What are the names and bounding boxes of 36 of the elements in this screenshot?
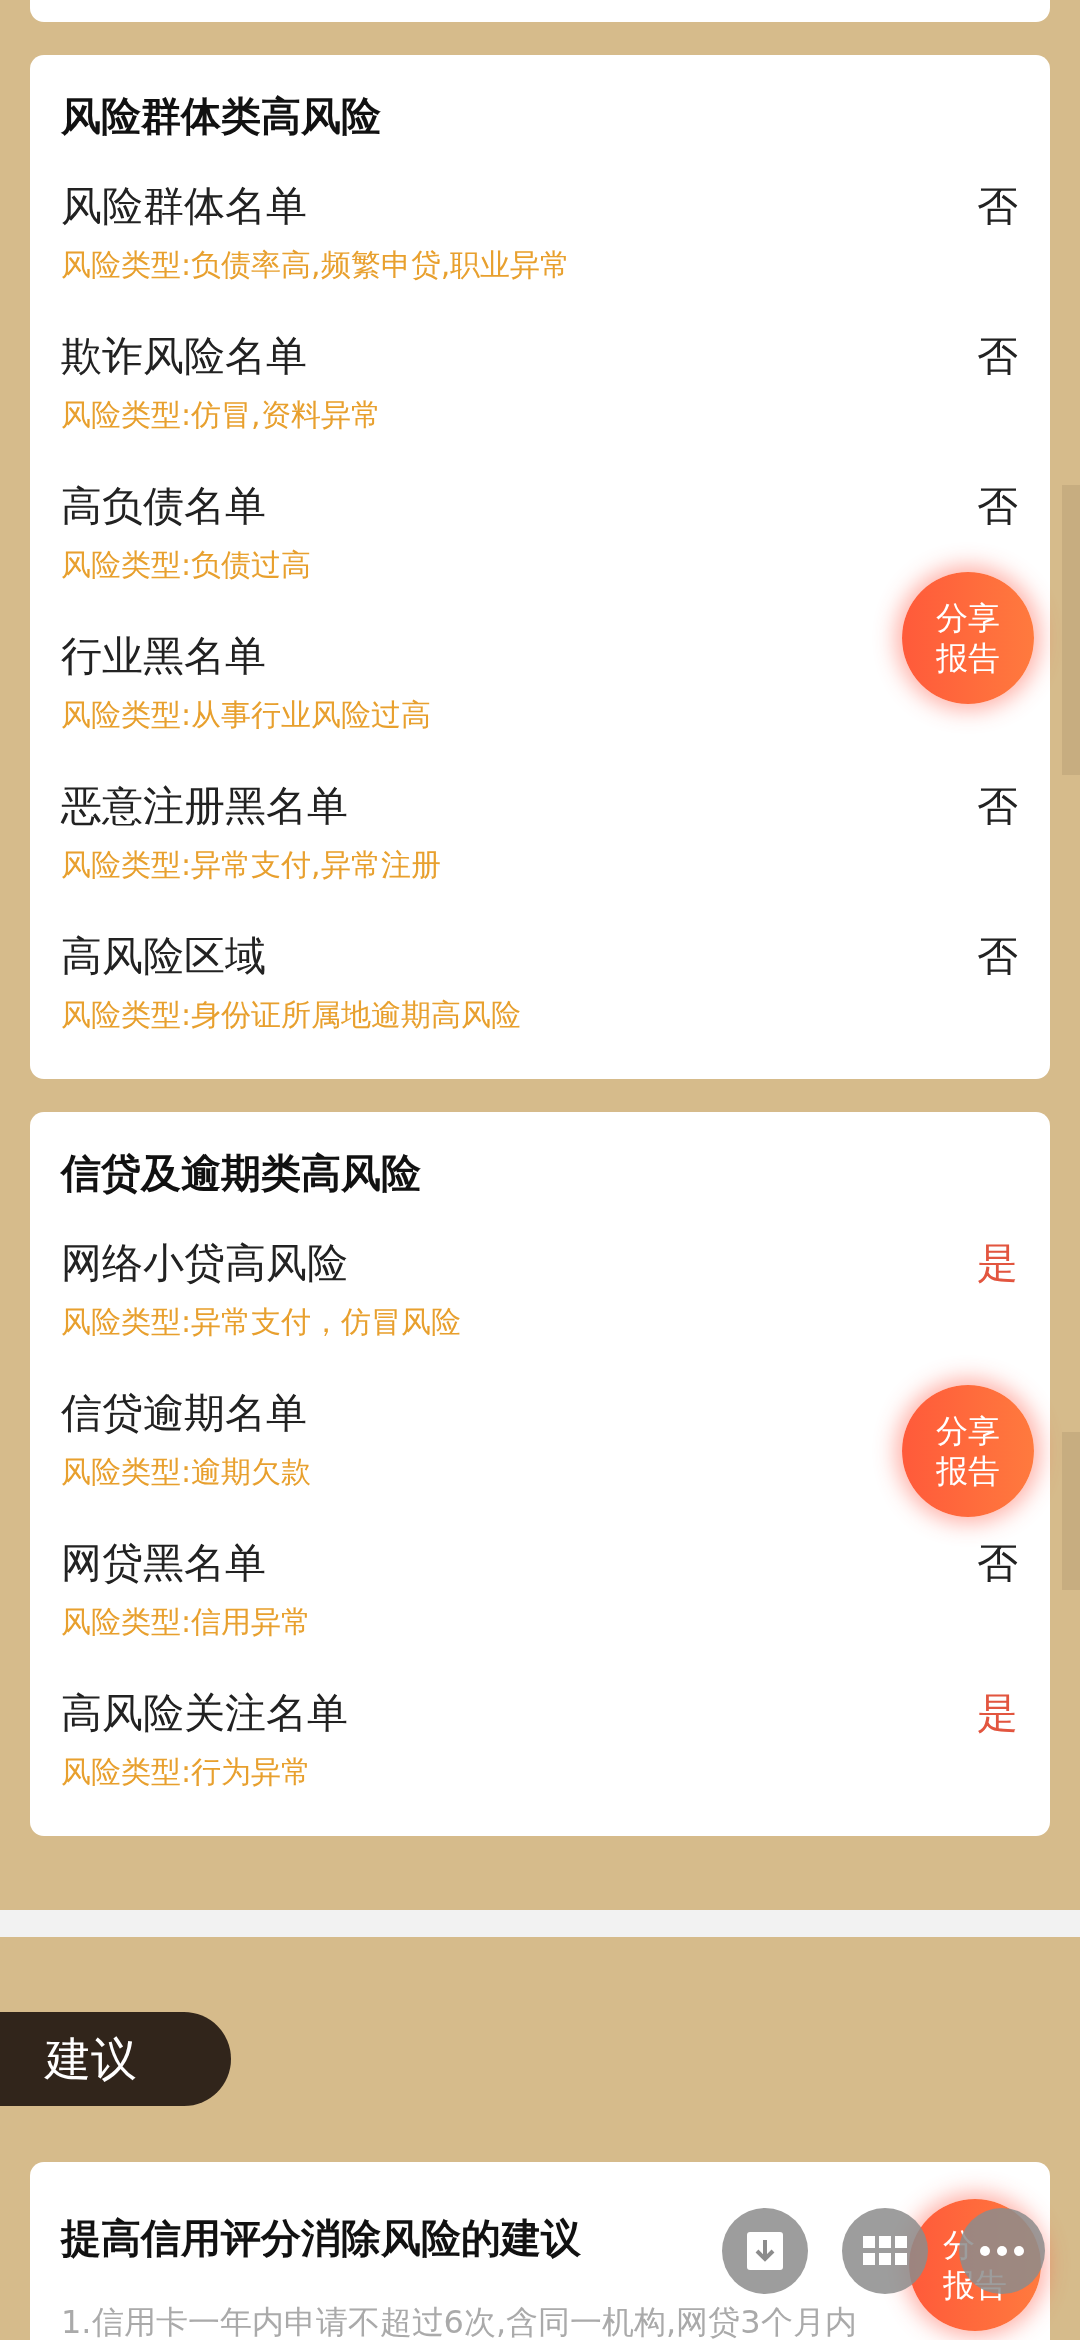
section-tag: 建议: [0, 2012, 231, 2106]
list-name: 高负债名单: [61, 481, 266, 532]
grid-icon: [863, 2236, 907, 2266]
advice-text: 1.信用卡一年内申请不超过6次,含同一机构,网贷3个月内: [61, 2303, 857, 2340]
risk-type-text: 风险类型:负债过高: [61, 546, 312, 584]
result-value: 否: [977, 781, 1018, 832]
list-name: 高风险关注名单: [61, 1688, 348, 1739]
list-name: 网络小贷高风险: [61, 1238, 348, 1289]
risk-type-text: 风险类型:仿冒,资料异常: [61, 396, 381, 434]
result-value: 否: [977, 331, 1018, 382]
result-value: 是: [977, 1688, 1018, 1739]
result-value: 否: [977, 1538, 1018, 1589]
result-value: 否: [977, 931, 1018, 982]
list-name: 欺诈风险名单: [61, 331, 307, 382]
list-name: 网贷黑名单: [61, 1538, 266, 1589]
section-title: 风险群体类高风险: [61, 92, 382, 141]
risk-type-text: 风险类型:身份证所属地逾期高风险: [61, 996, 522, 1034]
list-name: 风险群体名单: [61, 181, 307, 232]
risk-type-text: 风险类型:行为异常: [61, 1753, 312, 1791]
list-name: 信贷逾期名单: [61, 1388, 307, 1439]
risk-type-text: 风险类型:逾期欠款: [61, 1453, 312, 1491]
risk-type-text: 风险类型:负债率高,频繁申贷,职业异常: [61, 246, 571, 284]
risk-type-text: 风险类型:异常支付，仿冒风险: [61, 1303, 462, 1341]
result-value: 否: [977, 481, 1018, 532]
risk-type-text: 风险类型:从事行业风险过高: [61, 696, 432, 734]
result-value: 否: [977, 181, 1018, 232]
risk-type-text: 风险类型:信用异常: [61, 1603, 312, 1641]
risk-type-text: 风险类型:异常支付,异常注册: [61, 846, 441, 884]
section-title: 信贷及逾期类高风险: [61, 1149, 422, 1198]
list-name: 行业黑名单: [61, 631, 266, 682]
download-icon: [746, 2231, 784, 2271]
list-name: 恶意注册黑名单: [61, 781, 348, 832]
more-icon: [980, 2246, 1024, 2256]
result-value: 是: [977, 1238, 1018, 1289]
list-name: 高风险区域: [61, 931, 266, 982]
section-title: 提高信用评分消除风险的建议: [61, 2214, 581, 2263]
